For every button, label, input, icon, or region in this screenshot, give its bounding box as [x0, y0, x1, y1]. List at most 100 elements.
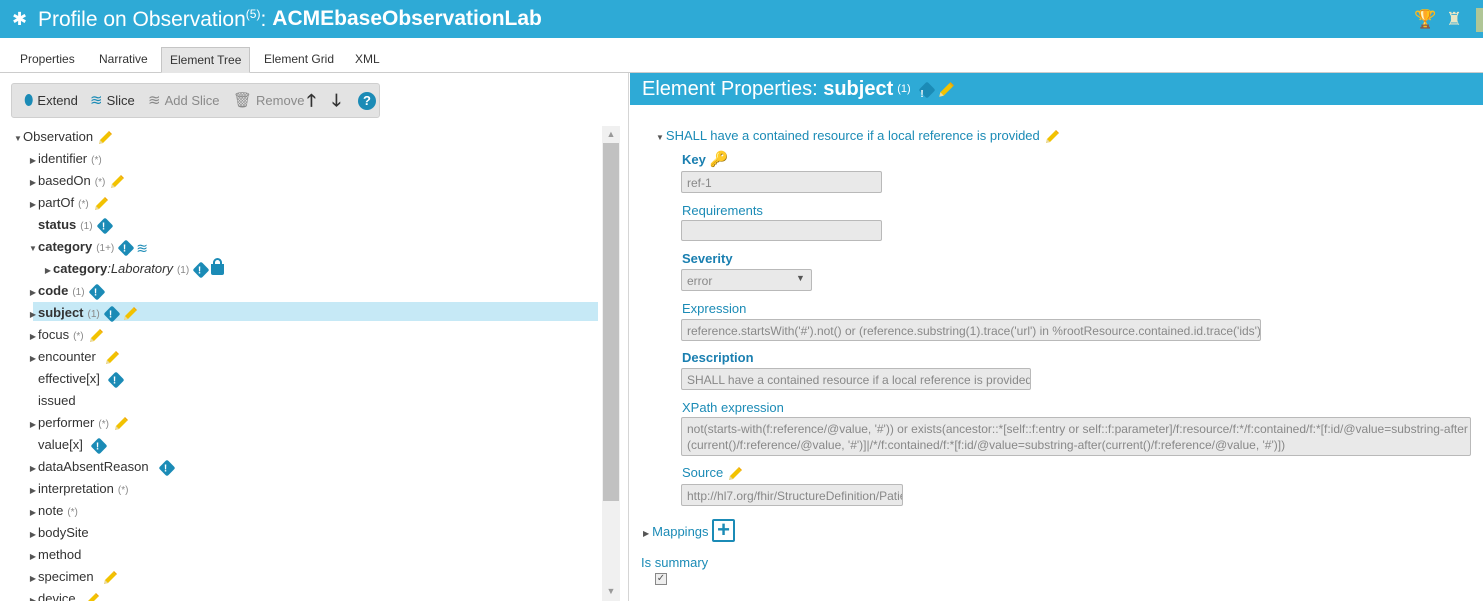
tree-node-encounter[interactable]: ▶ encounter	[28, 346, 120, 368]
remove-button[interactable]: 🗑 Remove	[233, 84, 304, 117]
tab-narrative[interactable]: Narrative	[91, 47, 156, 73]
collapsed-caret-icon[interactable]: ▶	[643, 529, 649, 538]
add-mapping-button[interactable]: +	[712, 519, 735, 542]
tree-node-value[interactable]: value[x]	[38, 434, 108, 456]
pencil-icon	[84, 592, 100, 601]
tree-node-performer[interactable]: ▶ performer (*)	[28, 412, 129, 434]
constraint-title[interactable]: ▼ SHALL have a contained resource if a lo…	[656, 127, 1060, 147]
trophy-icon[interactable]: 🏆	[1414, 9, 1436, 30]
tree-scrollbar-thumb[interactable]	[603, 143, 619, 501]
constraint-icon	[107, 371, 125, 389]
collapsed-caret-icon[interactable]: ▶	[28, 282, 38, 304]
extend-button[interactable]: ⬮ Extend	[24, 84, 78, 117]
tree-node-category-laboratory[interactable]: ▶ category:Laboratory (1)	[43, 258, 225, 282]
collapsed-caret-icon[interactable]: ▶	[28, 590, 38, 601]
tree-node-device[interactable]: ▶ device	[28, 588, 100, 601]
constraint-icon	[88, 283, 106, 301]
chevron-down-icon: ▼	[796, 273, 805, 283]
pencil-icon	[727, 466, 743, 482]
constraint-icon	[192, 261, 210, 279]
tree-node-interpretation[interactable]: ▶ interpretation (*)	[28, 478, 129, 502]
collapsed-caret-icon[interactable]: ▶	[28, 326, 38, 348]
xpath-field[interactable]: not(starts-with(f:reference/@value, '#')…	[681, 417, 1471, 456]
expanded-caret-icon[interactable]: ▼	[13, 128, 23, 150]
tree-node-specimen[interactable]: ▶ specimen	[28, 566, 118, 588]
tab-xml[interactable]: XML	[347, 47, 388, 73]
pencil-icon	[937, 81, 955, 99]
title-bar: ✱ Profile on Observation(5): ACMEbaseObs…	[0, 0, 1483, 38]
collapsed-caret-icon[interactable]: ▶	[28, 524, 38, 546]
requirements-field[interactable]	[681, 220, 882, 241]
collapsed-caret-icon[interactable]: ▶	[28, 150, 38, 172]
move-up-button[interactable]: 🡑	[307, 84, 316, 117]
collapsed-caret-icon[interactable]: ▶	[28, 348, 38, 370]
severity-label: Severity	[682, 251, 733, 266]
key-field[interactable]: ref-1	[681, 171, 882, 193]
user-icon[interactable]: ♜	[1446, 9, 1462, 30]
tree-node-bodysite[interactable]: ▶ bodySite	[28, 522, 89, 544]
collapsed-caret-icon[interactable]: ▶	[28, 568, 38, 590]
add-slice-button[interactable]: ≋ Add Slice	[148, 84, 220, 117]
tree-node-category[interactable]: ▼category(1+)≋	[28, 236, 148, 258]
collapsed-caret-icon[interactable]: ▶	[28, 502, 38, 524]
tree-node-basedon[interactable]: ▶ basedOn (*)	[28, 170, 125, 192]
constraint-icon	[158, 459, 176, 477]
collapsed-caret-icon[interactable]: ▶	[28, 480, 38, 502]
tree-node-note[interactable]: ▶ note (*)	[28, 500, 78, 522]
severity-select[interactable]: error	[681, 269, 812, 291]
pencil-icon	[102, 570, 118, 586]
layers-icon: ≋	[90, 92, 103, 109]
key-label: Key 🔑	[682, 151, 729, 168]
tree-node-subject[interactable]: ▶ subject (1)	[28, 302, 138, 324]
trash-icon: 🗑	[233, 92, 253, 109]
tree-node-effective[interactable]: effective[x]	[38, 368, 125, 390]
scroll-down-icon[interactable]: ▼	[602, 583, 620, 599]
tree-node-method[interactable]: ▶ method	[28, 544, 81, 566]
collapsed-caret-icon[interactable]: ▶	[28, 304, 38, 326]
scroll-up-icon[interactable]: ▲	[602, 126, 620, 142]
slice-button[interactable]: ≋ Slice	[90, 84, 135, 117]
tree-node-partof[interactable]: ▶ partOf (*)	[28, 192, 109, 214]
move-down-button[interactable]: 🡓	[332, 84, 341, 117]
tree-node-status[interactable]: status (1)	[38, 214, 114, 236]
tab-element-tree[interactable]: Element Tree	[161, 47, 251, 73]
collapsed-caret-icon[interactable]: ▶	[28, 194, 38, 216]
collapsed-caret-icon[interactable]: ▶	[28, 172, 38, 194]
puzzle-icon: ✱	[12, 8, 28, 29]
key-icon: 🔑	[709, 151, 729, 168]
expanded-caret-icon[interactable]: ▼	[28, 238, 38, 260]
tree-node-identifier[interactable]: ▶ identifier (*)	[28, 148, 102, 170]
element-tree: ▼Observation ▶ identifier (*) ▶ basedOn (*) …	[0, 126, 600, 601]
extend-icon: ⬮	[24, 92, 34, 109]
is-summary-label: Is summary	[641, 555, 709, 570]
tree-node-focus[interactable]: ▶ focus (*)	[28, 324, 104, 346]
constraint-icon	[90, 437, 108, 455]
constraint-icon	[918, 81, 936, 99]
tab-bar: Properties Narrative Element Tree Elemen…	[0, 47, 1483, 73]
is-summary-checkbox[interactable]: ✓	[655, 573, 667, 585]
pane-divider[interactable]	[628, 73, 629, 601]
expanded-caret-icon[interactable]: ▼	[656, 133, 664, 142]
tree-node-observation[interactable]: ▼Observation	[13, 126, 113, 148]
expression-field[interactable]: reference.startsWith('#').not() or (refe…	[681, 319, 1261, 341]
collapsed-caret-icon[interactable]: ▶	[28, 414, 38, 436]
collapsed-caret-icon[interactable]: ▶	[28, 458, 38, 480]
collapsed-caret-icon[interactable]: ▶	[28, 546, 38, 568]
mappings-toggle[interactable]: ▶ Mappings	[643, 523, 709, 543]
page-title: Profile on Observation(5):	[38, 6, 267, 31]
description-field[interactable]: SHALL have a contained resource if a loc…	[681, 368, 1031, 390]
tab-element-grid[interactable]: Element Grid	[256, 47, 342, 73]
pencil-icon	[1044, 129, 1060, 145]
tree-node-issued[interactable]: issued	[38, 390, 76, 412]
source-field[interactable]: http://hl7.org/fhir/StructureDefinition/…	[681, 484, 903, 506]
tree-node-dataabsentreason[interactable]: ▶ dataAbsentReason	[28, 456, 176, 480]
element-name: subject	[823, 78, 894, 100]
tab-properties[interactable]: Properties	[12, 47, 83, 73]
constraint-icon	[103, 305, 121, 323]
tree-node-code[interactable]: ▶ code (1)	[28, 280, 106, 304]
help-icon[interactable]: ?	[358, 92, 376, 110]
xpath-label: XPath expression	[682, 400, 784, 415]
slice-icon: ≋	[136, 239, 148, 256]
source-label: Source	[682, 465, 743, 482]
collapsed-caret-icon[interactable]: ▶	[43, 260, 53, 282]
